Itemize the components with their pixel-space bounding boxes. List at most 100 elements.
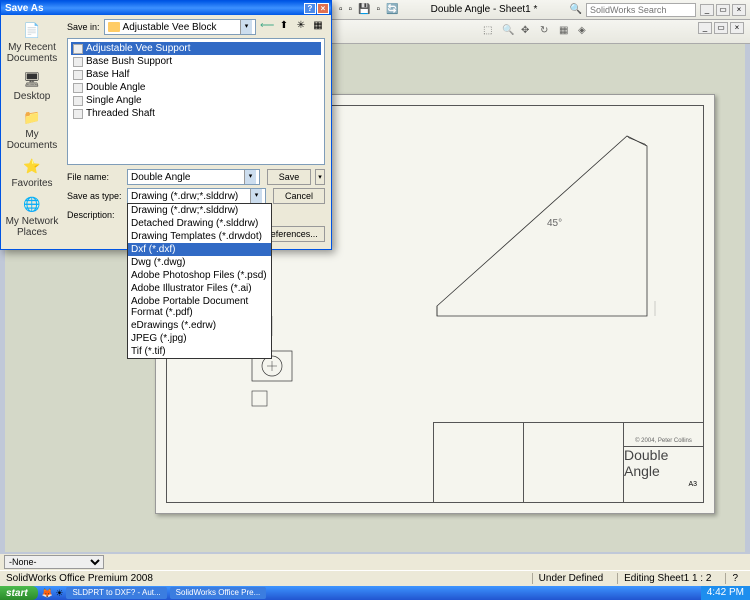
description-label: Description: bbox=[67, 210, 123, 220]
drawing-file-icon bbox=[73, 109, 83, 119]
app-edition: SolidWorks Office Premium 2008 bbox=[6, 573, 153, 584]
drawing-file-icon bbox=[73, 83, 83, 93]
status-icon: ? bbox=[725, 573, 744, 584]
save-as-dialog: Save As ? × 📄 My Recent Documents 🖥 Desk… bbox=[0, 0, 332, 250]
toolbar-icons: ▫ ▫ 💾 ▫ 🔄 bbox=[339, 4, 399, 15]
close-button[interactable]: × bbox=[732, 4, 746, 16]
place-desktop[interactable]: 🖥 Desktop bbox=[14, 68, 51, 102]
restore-button[interactable]: ▭ bbox=[716, 4, 730, 16]
dialog-help-button[interactable]: ? bbox=[304, 3, 316, 14]
file-item[interactable]: Adjustable Vee Support bbox=[71, 42, 321, 55]
file-item[interactable]: Threaded Shaft bbox=[71, 107, 321, 120]
folder-icon bbox=[108, 22, 120, 32]
saveas-type-dropdown[interactable]: Drawing (*.drw;*.slddrw) ▾ bbox=[127, 188, 266, 204]
file-type-option[interactable]: Adobe Portable Document Format (*.pdf) bbox=[128, 295, 271, 319]
documents-icon: 📁 bbox=[21, 106, 43, 128]
dialog-title: Save As bbox=[5, 3, 44, 14]
places-bar: 📄 My Recent Documents 🖥 Desktop 📁 My Doc… bbox=[1, 15, 63, 249]
drawing-file-icon bbox=[73, 70, 83, 80]
favorites-icon: ⭐ bbox=[21, 155, 43, 177]
drawing-file-icon bbox=[73, 96, 83, 106]
file-type-option[interactable]: Adobe Illustrator Files (*.ai) bbox=[128, 282, 271, 295]
network-icon: 🌐 bbox=[21, 193, 43, 215]
file-item[interactable]: Single Angle bbox=[71, 94, 321, 107]
place-recent[interactable]: 📄 My Recent Documents bbox=[1, 19, 63, 64]
file-type-option[interactable]: Drawing (*.drw;*.slddrw) bbox=[128, 204, 271, 217]
cancel-button[interactable]: Cancel bbox=[273, 188, 325, 204]
refresh-icon[interactable]: 🔄 bbox=[386, 4, 398, 15]
savein-label: Save in: bbox=[67, 22, 100, 32]
dialog-titlebar[interactable]: Save As ? × bbox=[1, 1, 331, 15]
doc-minimize-button[interactable]: _ bbox=[698, 22, 712, 34]
chevron-down-icon[interactable]: ▾ bbox=[244, 170, 256, 184]
start-button[interactable]: start bbox=[0, 586, 38, 600]
recent-icon: 📄 bbox=[21, 19, 43, 41]
display-icon[interactable]: ◈ bbox=[578, 25, 592, 39]
place-favorites[interactable]: ⭐ Favorites bbox=[11, 155, 52, 189]
minimize-button[interactable]: _ bbox=[700, 4, 714, 16]
file-type-option[interactable]: JPEG (*.jpg) bbox=[128, 332, 271, 345]
clock: 4:42 PM bbox=[707, 587, 744, 598]
reference-bar: -None- bbox=[0, 554, 750, 570]
angle-dimension: 45° bbox=[547, 218, 562, 229]
title-block-notes bbox=[434, 423, 524, 502]
file-type-option[interactable]: Drawing Templates (*.drwdot) bbox=[128, 230, 271, 243]
reference-select[interactable]: -None- bbox=[4, 555, 104, 569]
taskbar-item[interactable]: SolidWorks Office Pre... bbox=[170, 587, 267, 599]
drawing-title: Double Angle bbox=[624, 447, 703, 479]
title-block: © 2004, Peter Collins Double Angle A3 bbox=[433, 422, 703, 502]
back-button[interactable]: ⟵ bbox=[260, 20, 274, 34]
save-options-button[interactable]: ▾ bbox=[315, 169, 325, 185]
up-button[interactable]: ⬆ bbox=[277, 20, 291, 34]
savein-dropdown[interactable]: Adjustable Vee Block ▾ bbox=[104, 19, 256, 35]
file-type-option[interactable]: Dxf (*.dxf) bbox=[128, 243, 271, 256]
section-icon[interactable]: ▦ bbox=[559, 25, 573, 39]
status-editing: Editing Sheet1 1 : 2 bbox=[617, 573, 717, 584]
taskbar-item[interactable]: SLDPRT to DXF? - Aut... bbox=[66, 587, 166, 599]
new-icon[interactable]: ▫ bbox=[339, 4, 343, 15]
chevron-down-icon: ▾ bbox=[240, 20, 252, 34]
file-item[interactable]: Double Angle bbox=[71, 81, 321, 94]
pan-icon[interactable]: ✥ bbox=[521, 25, 535, 39]
open-icon[interactable]: ▫ bbox=[349, 4, 353, 15]
doc-close-button[interactable]: × bbox=[730, 22, 744, 34]
status-constraint: Under Defined bbox=[532, 573, 609, 584]
print-icon[interactable]: ▫ bbox=[377, 4, 381, 15]
file-type-option[interactable]: Dwg (*.dwg) bbox=[128, 256, 271, 269]
filename-input[interactable]: Double Angle ▾ bbox=[127, 169, 260, 185]
file-type-option[interactable]: Tif (*.tif) bbox=[128, 345, 271, 358]
saveas-type-label: Save as type: bbox=[67, 191, 123, 201]
search-icon: 🔍 bbox=[570, 4, 582, 15]
file-type-option[interactable]: eDrawings (*.edrw) bbox=[128, 319, 271, 332]
toolbar-right: 🔍 _ ▭ × bbox=[570, 3, 746, 17]
sheet-size: A3 bbox=[682, 479, 703, 490]
drawing-file-icon bbox=[73, 57, 83, 67]
file-type-option[interactable]: Adobe Photoshop Files (*.psd) bbox=[128, 269, 271, 282]
zoom-area-icon[interactable]: 🔍 bbox=[502, 25, 516, 39]
doc-restore-button[interactable]: ▭ bbox=[714, 22, 728, 34]
system-tray[interactable]: 4:42 PM bbox=[701, 586, 750, 600]
drawing-copyright: © 2004, Peter Collins bbox=[624, 436, 703, 447]
place-documents[interactable]: 📁 My Documents bbox=[1, 106, 63, 151]
place-network[interactable]: 🌐 My Network Places bbox=[1, 193, 63, 238]
document-title: Double Angle - Sheet1 * bbox=[431, 4, 538, 15]
dialog-close-button[interactable]: × bbox=[317, 3, 329, 14]
save-icon[interactable]: 💾 bbox=[358, 4, 370, 15]
file-type-option[interactable]: Detached Drawing (*.slddrw) bbox=[128, 217, 271, 230]
rotate-icon[interactable]: ↻ bbox=[540, 25, 554, 39]
isometric-view: 45° bbox=[427, 126, 687, 326]
chevron-down-icon[interactable]: ▾ bbox=[250, 189, 262, 203]
zoom-fit-icon[interactable]: ⬚ bbox=[483, 25, 497, 39]
save-button[interactable]: Save bbox=[267, 169, 311, 185]
windows-taskbar: start 🦊 ☀ SLDPRT to DXF? - Aut... SolidW… bbox=[0, 586, 750, 600]
views-button[interactable]: ▦ bbox=[311, 20, 325, 34]
file-item[interactable]: Base Bush Support bbox=[71, 55, 321, 68]
status-bar: SolidWorks Office Premium 2008 Under Def… bbox=[0, 570, 750, 586]
search-input[interactable] bbox=[586, 3, 696, 17]
new-folder-button[interactable]: ✳ bbox=[294, 20, 308, 34]
filename-label: File name: bbox=[67, 172, 123, 182]
desktop-icon: 🖥 bbox=[21, 68, 43, 90]
drawing-file-icon bbox=[73, 44, 83, 54]
file-list[interactable]: Adjustable Vee Support Base Bush Support… bbox=[67, 38, 325, 165]
file-item[interactable]: Base Half bbox=[71, 68, 321, 81]
